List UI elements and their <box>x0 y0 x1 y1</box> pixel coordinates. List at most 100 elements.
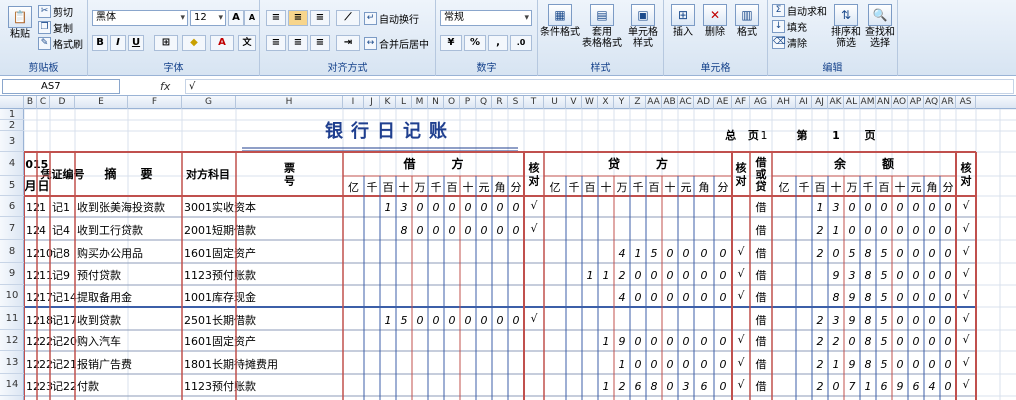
row-header-6[interactable]: 6 <box>0 196 24 217</box>
format-button[interactable]: ▥ 格式 <box>732 4 762 38</box>
italic-button[interactable]: I <box>110 35 126 51</box>
column-header-AF[interactable]: AF <box>732 96 750 109</box>
row-header-1[interactable]: 1 <box>0 109 24 120</box>
column-header-AO[interactable]: AO <box>892 96 908 109</box>
find-select-button[interactable]: 🔍 查找和 选择 <box>864 4 896 49</box>
align-right-button[interactable]: ≡ <box>310 35 330 51</box>
column-header-AM[interactable]: AM <box>860 96 876 109</box>
column-header-AP[interactable]: AP <box>908 96 924 109</box>
column-header-Z[interactable]: Z <box>630 96 646 109</box>
column-header-AN[interactable]: AN <box>876 96 892 109</box>
column-header-AI[interactable]: AI <box>796 96 812 109</box>
name-box[interactable]: AS7 <box>2 79 120 94</box>
column-header-U[interactable]: U <box>544 96 566 109</box>
row-header-2[interactable]: 2 <box>0 120 24 131</box>
column-header-K[interactable]: K <box>380 96 396 109</box>
conditional-format-button[interactable]: ▦ 条件格式 <box>540 4 580 38</box>
merge-center-button[interactable]: ↔ 合并后居中 <box>364 36 429 51</box>
bold-button[interactable]: B <box>92 35 108 51</box>
column-header-M[interactable]: M <box>412 96 428 109</box>
column-header-AL[interactable]: AL <box>844 96 860 109</box>
column-header-R[interactable]: R <box>492 96 508 109</box>
align-left-button[interactable]: ≡ <box>266 35 286 51</box>
insert-button[interactable]: ⊞ 插入 <box>668 4 698 38</box>
font-name-select[interactable]: 黑体 <box>92 10 188 26</box>
column-header-Y[interactable]: Y <box>614 96 630 109</box>
column-header-AK[interactable]: AK <box>828 96 844 109</box>
indent-button[interactable]: ⇥ <box>336 35 360 51</box>
row-header-4[interactable]: 4 <box>0 152 24 176</box>
row-header-12[interactable]: 12 <box>0 330 24 351</box>
column-header-AG[interactable]: AG <box>750 96 772 109</box>
align-top-button[interactable]: ≡ <box>266 10 286 26</box>
worksheet-grid[interactable]: 银行日记账总 页1第1页2015月日凭证编号摘 要对方科目票号借 方核对贷 方核… <box>24 109 1016 400</box>
column-header-AD[interactable]: AD <box>694 96 714 109</box>
underline-button[interactable]: U <box>128 35 144 51</box>
currency-button[interactable]: ¥ <box>440 35 462 51</box>
font-color-button[interactable]: A <box>210 35 234 51</box>
border-button[interactable]: ⊞ <box>154 35 178 51</box>
cut-button[interactable]: ✂ 剪切 <box>38 4 73 19</box>
row-header-7[interactable]: 7 <box>0 217 24 240</box>
autosum-button[interactable]: Σ 自动求和 <box>772 3 827 18</box>
orientation-button[interactable]: ⟋ <box>336 10 360 26</box>
column-header-AR[interactable]: AR <box>940 96 956 109</box>
fx-icon[interactable]: fx <box>160 80 170 93</box>
column-header-D[interactable]: D <box>50 96 75 109</box>
format-painter-button[interactable]: ✎ 格式刷 <box>38 36 83 51</box>
column-header-X[interactable]: X <box>598 96 614 109</box>
column-header-H[interactable]: H <box>236 96 343 109</box>
table-format-button[interactable]: ▤ 套用 表格格式 <box>582 4 622 49</box>
select-all-corner[interactable] <box>0 96 24 109</box>
paste-button[interactable]: 📋 粘贴 <box>6 6 34 40</box>
column-header-AB[interactable]: AB <box>662 96 678 109</box>
column-header-AQ[interactable]: AQ <box>924 96 940 109</box>
clear-button[interactable]: ⌫ 清除 <box>772 35 807 50</box>
column-header-T[interactable]: T <box>524 96 544 109</box>
column-header-W[interactable]: W <box>582 96 598 109</box>
wrap-text-button[interactable]: ↵ 自动换行 <box>364 11 419 26</box>
column-header-I[interactable]: I <box>343 96 364 109</box>
align-middle-button[interactable]: ≡ <box>288 10 308 26</box>
column-header-N[interactable]: N <box>428 96 444 109</box>
shrink-font-button[interactable]: A <box>244 10 260 26</box>
decimal-button[interactable]: .0 <box>510 35 532 51</box>
column-header-S[interactable]: S <box>508 96 524 109</box>
align-bottom-button[interactable]: ≡ <box>310 10 330 26</box>
column-header-F[interactable]: F <box>128 96 182 109</box>
fill-color-button[interactable]: ◆ <box>182 35 206 51</box>
column-header-AE[interactable]: AE <box>714 96 732 109</box>
row-header-11[interactable]: 11 <box>0 307 24 330</box>
fill-button[interactable]: ↓ 填充 <box>772 19 807 34</box>
column-header-C[interactable]: C <box>37 96 50 109</box>
row-header-5[interactable]: 5 <box>0 176 24 196</box>
font-size-select[interactable]: 12 <box>190 10 226 26</box>
column-header-J[interactable]: J <box>364 96 380 109</box>
grow-font-button[interactable]: A <box>228 10 244 26</box>
percent-button[interactable]: % <box>464 35 486 51</box>
comma-button[interactable]: , <box>488 35 508 51</box>
row-header-13[interactable]: 13 <box>0 351 24 374</box>
column-header-L[interactable]: L <box>396 96 412 109</box>
delete-button[interactable]: ✕ 删除 <box>700 4 730 38</box>
cell-style-button[interactable]: ▣ 单元格 样式 <box>624 4 662 49</box>
row-header-9[interactable]: 9 <box>0 263 24 285</box>
row-header-3[interactable]: 3 <box>0 131 24 152</box>
column-header-AJ[interactable]: AJ <box>812 96 828 109</box>
column-header-P[interactable]: P <box>460 96 476 109</box>
column-header-Q[interactable]: Q <box>476 96 492 109</box>
phonetic-button[interactable]: 文 <box>238 35 256 51</box>
column-header-AH[interactable]: AH <box>772 96 796 109</box>
formula-input[interactable]: √ <box>185 79 1014 94</box>
align-center-button[interactable]: ≡ <box>288 35 308 51</box>
column-header-E[interactable]: E <box>75 96 128 109</box>
row-header-14[interactable]: 14 <box>0 374 24 396</box>
sort-filter-button[interactable]: ⇅ 排序和 筛选 <box>830 4 862 49</box>
column-header-AS[interactable]: AS <box>956 96 976 109</box>
row-header-8[interactable]: 8 <box>0 240 24 263</box>
copy-button[interactable]: ❐ 复制 <box>38 20 73 35</box>
column-header-O[interactable]: O <box>444 96 460 109</box>
column-header-V[interactable]: V <box>566 96 582 109</box>
column-header-B[interactable]: B <box>24 96 37 109</box>
column-header-G[interactable]: G <box>182 96 236 109</box>
